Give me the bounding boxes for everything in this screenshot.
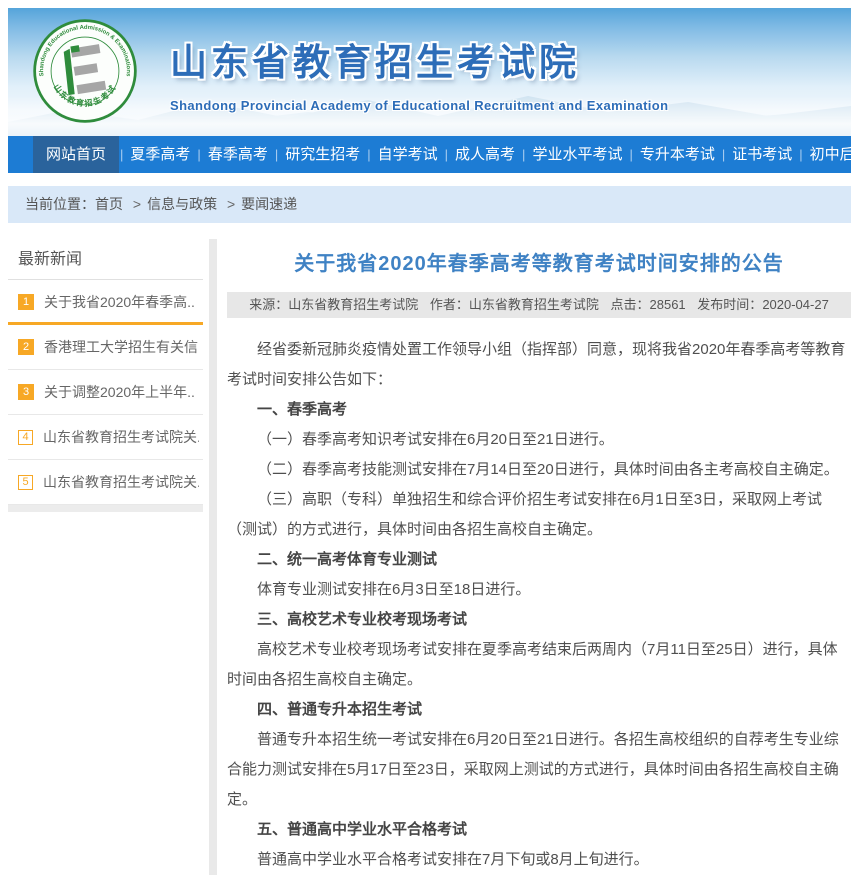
article-paragraph: 普通高中学业水平合格考试安排在7月下旬或8月上旬进行。 xyxy=(227,845,851,875)
news-item-label: 山东省教育招生考试院关... xyxy=(43,472,199,492)
article-body: 经省委新冠肺炎疫情处置工作领导小组（指挥部）同意，现将我省2020年春季高考等教… xyxy=(227,318,851,875)
news-item-3[interactable]: 3 关于调整2020年上半年.. xyxy=(8,370,203,415)
news-rank-badge: 2 xyxy=(18,339,34,355)
breadcrumb: 当前位置：首页 > 信息与政策 > 要闻速递 xyxy=(8,186,851,223)
site-title: 山东省教育招生考试院 xyxy=(170,32,669,86)
meta-author-label: 作者： xyxy=(430,297,469,312)
nav-item-vocational[interactable]: 初中后高职招生 xyxy=(804,136,859,173)
nav-item-summer-gaokao[interactable]: 夏季高考 xyxy=(124,136,196,173)
news-rank-badge: 5 xyxy=(18,475,33,490)
nav-separator: | xyxy=(799,147,802,162)
meta-date-value: 2020-04-27 xyxy=(762,297,829,312)
site-banner: Shandong Educational Admission & Examina… xyxy=(8,8,851,136)
news-item-1[interactable]: 1 关于我省2020年春季高.. xyxy=(8,280,203,325)
breadcrumb-info-policy[interactable]: 信息与政策 xyxy=(147,196,217,212)
news-item-label: 香港理工大学招生有关信... xyxy=(44,337,199,357)
nav-separator: | xyxy=(367,147,370,162)
main-nav: 网站首页 | 夏季高考 | 春季高考 | 研究生招考 | 自学考试 | 成人高考… xyxy=(8,136,851,173)
article-paragraph: 高校艺术专业校考现场考试安排在夏季高考结束后两周内（7月11日至25日）进行，具… xyxy=(227,635,851,695)
sidebar-title: 最新新闻 xyxy=(8,239,203,280)
news-item-label: 山东省教育招生考试院关... xyxy=(43,427,199,447)
article-paragraph: 普通专升本招生统一考试安排在6月20日至21日进行。各招生高校组织的自荐考生专业… xyxy=(227,725,851,815)
news-rank-badge: 1 xyxy=(18,294,34,310)
article-section-heading: 四、普通专升本招生考试 xyxy=(227,695,851,725)
article-section-heading: 一、春季高考 xyxy=(227,395,851,425)
article-section-heading: 三、高校艺术专业校考现场考试 xyxy=(227,605,851,635)
site-titles: 山东省教育招生考试院 Shandong Provincial Academy o… xyxy=(170,32,669,113)
article-paragraph: 经省委新冠肺炎疫情处置工作领导小组（指挥部）同意，现将我省2020年春季高考等教… xyxy=(227,335,851,395)
nav-item-graduate[interactable]: 研究生招考 xyxy=(279,136,366,173)
meta-clicks-value: 28561 xyxy=(650,297,686,312)
news-rank-badge: 4 xyxy=(18,430,33,445)
nav-separator: | xyxy=(629,147,632,162)
breadcrumb-separator: > xyxy=(227,196,235,212)
article-paragraph: 体育专业测试安排在6月3日至18日进行。 xyxy=(227,575,851,605)
nav-item-zhuanshengben[interactable]: 专升本考试 xyxy=(634,136,721,173)
meta-date-label: 发布时间： xyxy=(697,297,762,312)
nav-separator: | xyxy=(275,147,278,162)
nav-separator: | xyxy=(722,147,725,162)
meta-source-value: 山东省教育招生考试院 xyxy=(288,297,418,312)
page: Shandong Educational Admission & Examina… xyxy=(8,8,851,875)
news-item-5[interactable]: 5 山东省教育招生考试院关... xyxy=(8,460,203,505)
content-area: 最新新闻 1 关于我省2020年春季高.. 2 香港理工大学招生有关信... 3… xyxy=(8,239,851,875)
article-paragraph: （三）高职（专科）单独招生和综合评价招生考试安排在6月1日至3日，采取网上考试（… xyxy=(227,485,851,545)
nav-item-self-study[interactable]: 自学考试 xyxy=(372,136,444,173)
article-section-heading: 五、普通高中学业水平合格考试 xyxy=(227,815,851,845)
nav-item-home[interactable]: 网站首页 xyxy=(33,136,119,173)
article-paragraph: （二）春季高考技能测试安排在7月14日至20日进行，具体时间由各主考高校自主确定… xyxy=(227,455,851,485)
article-paragraph: （一）春季高考知识考试安排在6月20日至21日进行。 xyxy=(227,425,851,455)
meta-source-label: 来源： xyxy=(249,297,288,312)
news-item-2[interactable]: 2 香港理工大学招生有关信... xyxy=(8,325,203,370)
news-item-4[interactable]: 4 山东省教育招生考试院关... xyxy=(8,415,203,460)
nav-separator: | xyxy=(522,147,525,162)
article-title: 关于我省2020年春季高考等教育考试时间安排的公告 xyxy=(227,247,851,276)
article: 关于我省2020年春季高考等教育考试时间安排的公告 来源：山东省教育招生考试院 … xyxy=(227,239,851,875)
news-rank-badge: 3 xyxy=(18,384,34,400)
nav-item-certificate[interactable]: 证书考试 xyxy=(726,136,798,173)
news-item-label: 关于调整2020年上半年.. xyxy=(44,382,195,402)
news-sidebar: 最新新闻 1 关于我省2020年春季高.. 2 香港理工大学招生有关信... 3… xyxy=(8,239,203,512)
breadcrumb-separator: > xyxy=(133,196,141,212)
nav-item-adult-gaokao[interactable]: 成人高考 xyxy=(449,136,521,173)
news-item-label: 关于我省2020年春季高.. xyxy=(44,292,195,312)
nav-item-spring-gaokao[interactable]: 春季高考 xyxy=(202,136,274,173)
nav-separator: | xyxy=(197,147,200,162)
site-subtitle: Shandong Provincial Academy of Education… xyxy=(170,98,669,113)
article-section-heading: 二、统一高考体育专业测试 xyxy=(227,545,851,575)
vertical-divider xyxy=(209,239,217,875)
meta-author-value: 山东省教育招生考试院 xyxy=(469,297,599,312)
article-meta: 来源：山东省教育招生考试院 作者：山东省教育招生考试院 点击：28561 发布时… xyxy=(227,292,851,318)
meta-clicks-label: 点击： xyxy=(611,297,650,312)
nav-separator: | xyxy=(120,147,123,162)
nav-separator: | xyxy=(445,147,448,162)
breadcrumb-prefix: 当前位置： xyxy=(25,196,95,212)
site-logo: Shandong Educational Admission & Examina… xyxy=(32,18,138,124)
breadcrumb-home[interactable]: 首页 xyxy=(95,196,123,212)
nav-item-academic-level[interactable]: 学业水平考试 xyxy=(526,136,628,173)
breadcrumb-news[interactable]: 要闻速递 xyxy=(241,196,297,212)
